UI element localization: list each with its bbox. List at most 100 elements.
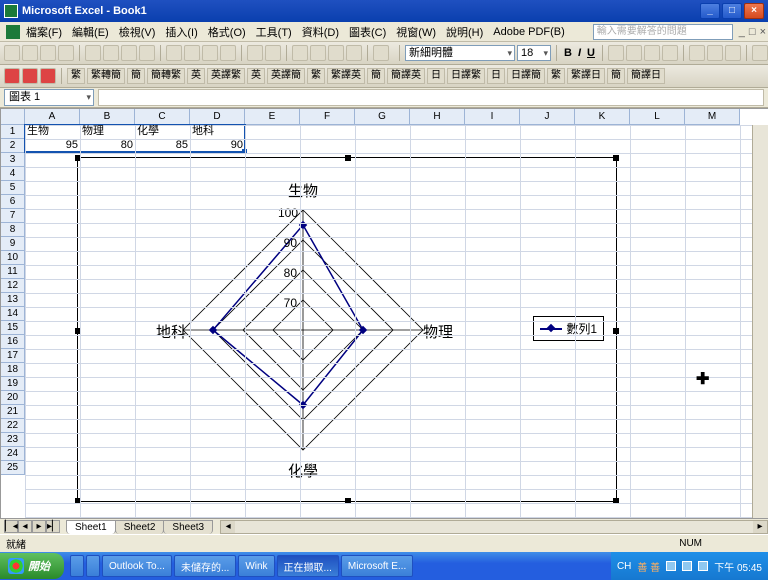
translate-button[interactable]: 日 — [487, 68, 505, 84]
row-header[interactable]: 15 — [1, 321, 25, 335]
sheet-tab-3[interactable]: Sheet3 — [163, 520, 213, 534]
row-header[interactable]: 3 — [1, 153, 25, 167]
tray-ime-indicator[interactable]: 善 善 — [637, 559, 660, 574]
sheet-tab-1[interactable]: Sheet1 — [66, 520, 116, 534]
borders-button[interactable] — [752, 45, 768, 61]
window-maximize-button[interactable]: □ — [722, 3, 742, 19]
taskbar-app-button[interactable] — [86, 555, 100, 577]
format-painter-button[interactable] — [220, 45, 236, 61]
app-control-icon[interactable] — [6, 25, 20, 39]
row-header[interactable]: 8 — [1, 223, 25, 237]
translate-button[interactable]: 繁轉簡 — [87, 68, 125, 84]
redo-button[interactable] — [265, 45, 281, 61]
row-header[interactable]: 24 — [1, 447, 25, 461]
column-header[interactable]: A — [25, 109, 80, 125]
menu-file[interactable]: 檔案(F) — [26, 24, 62, 40]
start-button[interactable]: 開始 — [0, 553, 64, 579]
paste-button[interactable] — [202, 45, 218, 61]
underline-button[interactable]: U — [587, 47, 595, 59]
row-header[interactable]: 20 — [1, 391, 25, 405]
taskbar-app-button[interactable]: Outlook To... — [102, 555, 172, 577]
cell[interactable]: 80 — [80, 139, 135, 153]
row-header[interactable]: 25 — [1, 461, 25, 475]
doc-close-button[interactable]: × — [760, 26, 766, 38]
translate-button[interactable]: 簡 — [367, 68, 385, 84]
tray-lang-indicator[interactable]: CH — [617, 561, 631, 572]
translate-button[interactable]: 英譯簡 — [267, 68, 305, 84]
pdf-mail-button[interactable] — [22, 68, 38, 84]
column-header[interactable]: J — [520, 109, 575, 125]
tray-icon[interactable] — [698, 561, 708, 571]
horizontal-scrollbar[interactable]: ◂ ▸ — [220, 520, 768, 534]
taskbar-app-button[interactable]: Wink — [238, 555, 274, 577]
name-box[interactable]: 圖表 1 — [4, 89, 94, 106]
formula-input[interactable] — [98, 89, 764, 106]
menu-window[interactable]: 視窗(W) — [396, 24, 436, 40]
menu-format[interactable]: 格式(O) — [208, 24, 246, 40]
column-header[interactable]: E — [245, 109, 300, 125]
pdf-create-button[interactable] — [4, 68, 20, 84]
row-header[interactable]: 4 — [1, 167, 25, 181]
research-button[interactable] — [139, 45, 155, 61]
menu-tools[interactable]: 工具(T) — [256, 24, 292, 40]
font-size-select[interactable]: 18 — [517, 45, 551, 61]
sort-asc-button[interactable] — [328, 45, 344, 61]
row-header[interactable]: 21 — [1, 405, 25, 419]
translate-button[interactable]: 簡轉繁 — [147, 68, 185, 84]
translate-button[interactable]: 日譯繁 — [447, 68, 485, 84]
translate-button[interactable]: 繁 — [307, 68, 325, 84]
column-header[interactable]: C — [135, 109, 190, 125]
percent-button[interactable] — [707, 45, 723, 61]
cell[interactable]: 化學 — [135, 125, 190, 139]
align-left-button[interactable] — [608, 45, 624, 61]
print-button[interactable] — [85, 45, 101, 61]
currency-button[interactable] — [689, 45, 705, 61]
hscroll-left-button[interactable]: ◂ — [221, 521, 235, 533]
new-file-button[interactable] — [4, 45, 20, 61]
tray-icon[interactable] — [682, 561, 692, 571]
chart-handle-ne[interactable] — [613, 155, 619, 161]
help-search-input[interactable]: 輸入需要解答的問題 — [593, 24, 733, 40]
cell[interactable]: 地科 — [190, 125, 245, 139]
copy-button[interactable] — [184, 45, 200, 61]
tab-nav-first[interactable]: ▏◂ — [4, 520, 18, 533]
cell[interactable]: 85 — [135, 139, 190, 153]
row-header[interactable]: 5 — [1, 181, 25, 195]
cell[interactable]: 90 — [190, 139, 245, 153]
tab-nav-prev[interactable]: ◂ — [18, 520, 32, 533]
translate-button[interactable]: 簡譯英 — [387, 68, 425, 84]
translate-button[interactable]: 繁譯日 — [567, 68, 605, 84]
row-header[interactable]: 13 — [1, 293, 25, 307]
column-header[interactable]: I — [465, 109, 520, 125]
row-header[interactable]: 7 — [1, 209, 25, 223]
column-header[interactable]: G — [355, 109, 410, 125]
tab-nav-last[interactable]: ▸▏ — [46, 520, 60, 533]
undo-button[interactable] — [247, 45, 263, 61]
row-header[interactable]: 22 — [1, 419, 25, 433]
select-all-corner[interactable] — [1, 109, 25, 125]
translate-button[interactable]: 日 — [427, 68, 445, 84]
column-header[interactable]: B — [80, 109, 135, 125]
translate-button[interactable]: 英 — [247, 68, 265, 84]
menu-adobe[interactable]: Adobe PDF(B) — [493, 26, 565, 38]
row-header[interactable]: 14 — [1, 307, 25, 321]
row-header[interactable]: 16 — [1, 335, 25, 349]
cells-area[interactable]: 生物 物理 化學 地科 100 90 80 70 數列1 生物物理化學地科958… — [25, 125, 752, 518]
spellcheck-button[interactable] — [121, 45, 137, 61]
translate-button[interactable]: 繁 — [547, 68, 565, 84]
taskbar-app-button[interactable]: 未儲存的... — [174, 555, 236, 577]
taskbar-app-button[interactable]: Microsoft E... — [341, 555, 413, 577]
column-headers[interactable]: ABCDEFGHIJKLM — [25, 109, 752, 125]
column-header[interactable]: M — [685, 109, 740, 125]
window-minimize-button[interactable]: _ — [700, 3, 720, 19]
translate-button[interactable]: 簡譯日 — [627, 68, 665, 84]
sheet-tab-2[interactable]: Sheet2 — [115, 520, 165, 534]
row-header[interactable]: 19 — [1, 377, 25, 391]
cell[interactable]: 95 — [25, 139, 80, 153]
cell[interactable]: 生物 — [25, 125, 80, 139]
menu-insert[interactable]: 插入(I) — [165, 24, 197, 40]
chart-legend[interactable]: 數列1 — [533, 316, 604, 341]
save-button[interactable] — [40, 45, 56, 61]
taskbar-app-button[interactable]: 正在撷取... — [277, 555, 339, 577]
row-header[interactable]: 12 — [1, 279, 25, 293]
